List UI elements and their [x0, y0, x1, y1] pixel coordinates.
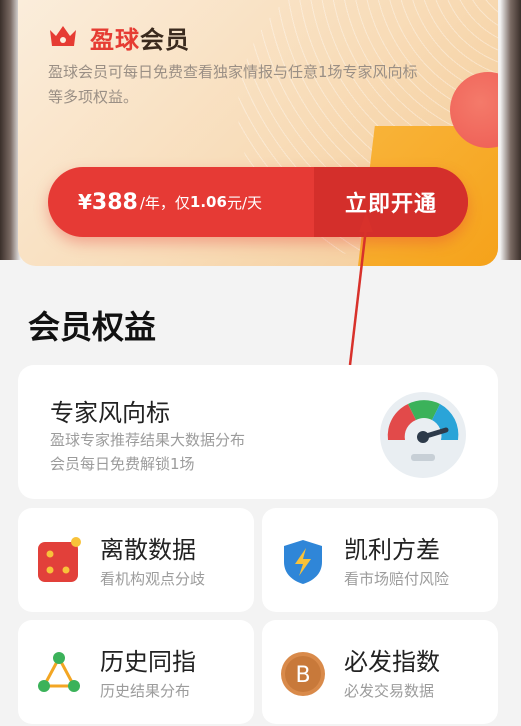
price-area: ¥ 388 /年，仅 1.06 元/天: [48, 167, 314, 237]
price-value: 388: [91, 189, 138, 215]
crown-icon: [50, 26, 76, 46]
price-day-text: 元/天: [226, 193, 262, 212]
benefit-title: 必发指数: [344, 648, 440, 676]
benefit-title: 离散数据: [100, 536, 196, 564]
featured-desc-line1: 盈球专家推荐结果大数据分布: [50, 431, 246, 449]
benefit-card-discrete-data[interactable]: 离散数据 看机构观点分歧: [18, 508, 254, 612]
featured-title: 专家风向标: [50, 399, 170, 427]
price-per-day: 1.06: [189, 193, 227, 211]
member-card-title: 盈球会员: [90, 20, 190, 55]
b-coin-letter: B: [295, 663, 310, 688]
title-member: 会员: [140, 26, 190, 54]
price-year-text: /年，仅: [139, 193, 190, 212]
benefit-card-history-same-index[interactable]: 历史同指 历史结果分布: [18, 620, 254, 724]
gauge-icon: [380, 392, 466, 478]
benefit-card-kelly-variance[interactable]: 凯利方差 看市场赔付风险: [262, 508, 498, 612]
subscribe-now-button[interactable]: 立即开通: [314, 167, 468, 237]
dice-icon: [38, 537, 81, 582]
section-title: 会员权益: [28, 308, 157, 346]
benefit-desc: 必发交易数据: [344, 682, 435, 700]
purchase-bar[interactable]: ¥ 388 /年，仅 1.06 元/天 立即开通: [48, 167, 468, 237]
benefit-desc: 历史结果分布: [100, 682, 191, 700]
network-icon: [38, 652, 80, 692]
featured-benefit-card[interactable]: 专家风向标 盈球专家推荐结果大数据分布 会员每日免费解锁1场: [18, 365, 498, 499]
member-card-description: 盈球会员可每日免费查看独家情报与任意1场专家风向标等多项权益。: [48, 63, 418, 106]
benefit-title: 凯利方差: [344, 536, 440, 564]
title-brand: 盈球: [90, 26, 140, 54]
benefit-title: 历史同指: [100, 648, 196, 676]
benefit-card-betfair-index[interactable]: B 必发指数 必发交易数据: [262, 620, 498, 724]
shield-bolt-icon: [284, 540, 322, 584]
benefit-desc: 看市场赔付风险: [344, 570, 450, 588]
price-currency: ¥: [78, 190, 92, 214]
featured-desc-line2: 会员每日免费解锁1场: [50, 455, 195, 473]
benefit-desc: 看机构观点分歧: [100, 570, 206, 588]
b-coin-icon: B: [281, 652, 325, 696]
